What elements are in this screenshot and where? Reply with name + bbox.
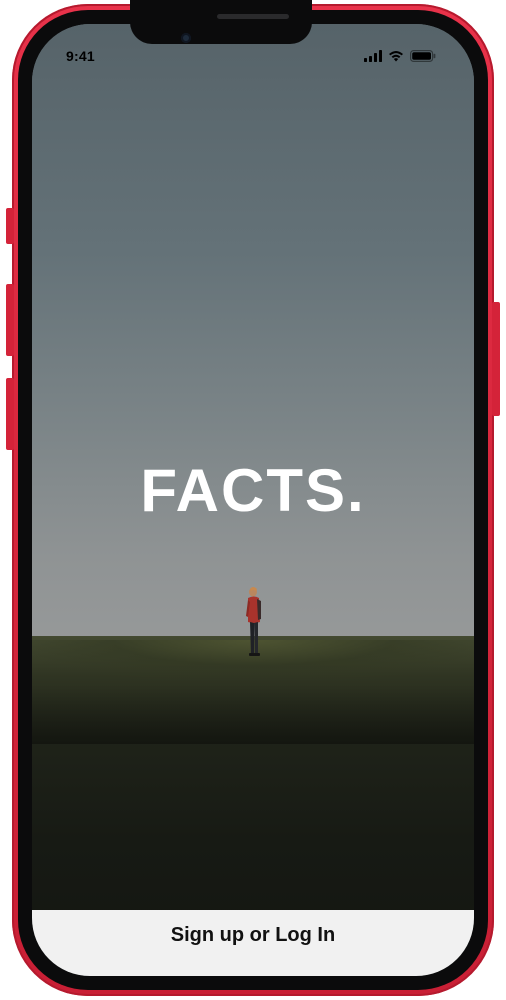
wifi-icon	[389, 51, 403, 62]
earpiece-speaker	[217, 14, 289, 19]
status-time: 9:41	[66, 48, 95, 64]
app-screen: FACTS. Sign up or Log In	[32, 24, 474, 976]
volume-down-button	[6, 378, 14, 450]
power-button	[492, 302, 500, 416]
battery-icon	[410, 50, 436, 62]
display-notch	[130, 0, 312, 44]
front-camera	[181, 33, 191, 43]
hero-sky	[32, 24, 474, 674]
volume-up-button	[6, 284, 14, 356]
signup-login-button[interactable]: Sign up or Log In	[171, 924, 335, 947]
brand-title: FACTS.	[140, 457, 366, 524]
silent-switch	[6, 208, 14, 244]
person-figure	[246, 587, 261, 656]
status-icons	[364, 50, 436, 62]
hill-shadow	[32, 684, 474, 744]
auth-footer: Sign up or Log In	[32, 910, 474, 976]
cellular-signal-icon	[364, 50, 382, 62]
